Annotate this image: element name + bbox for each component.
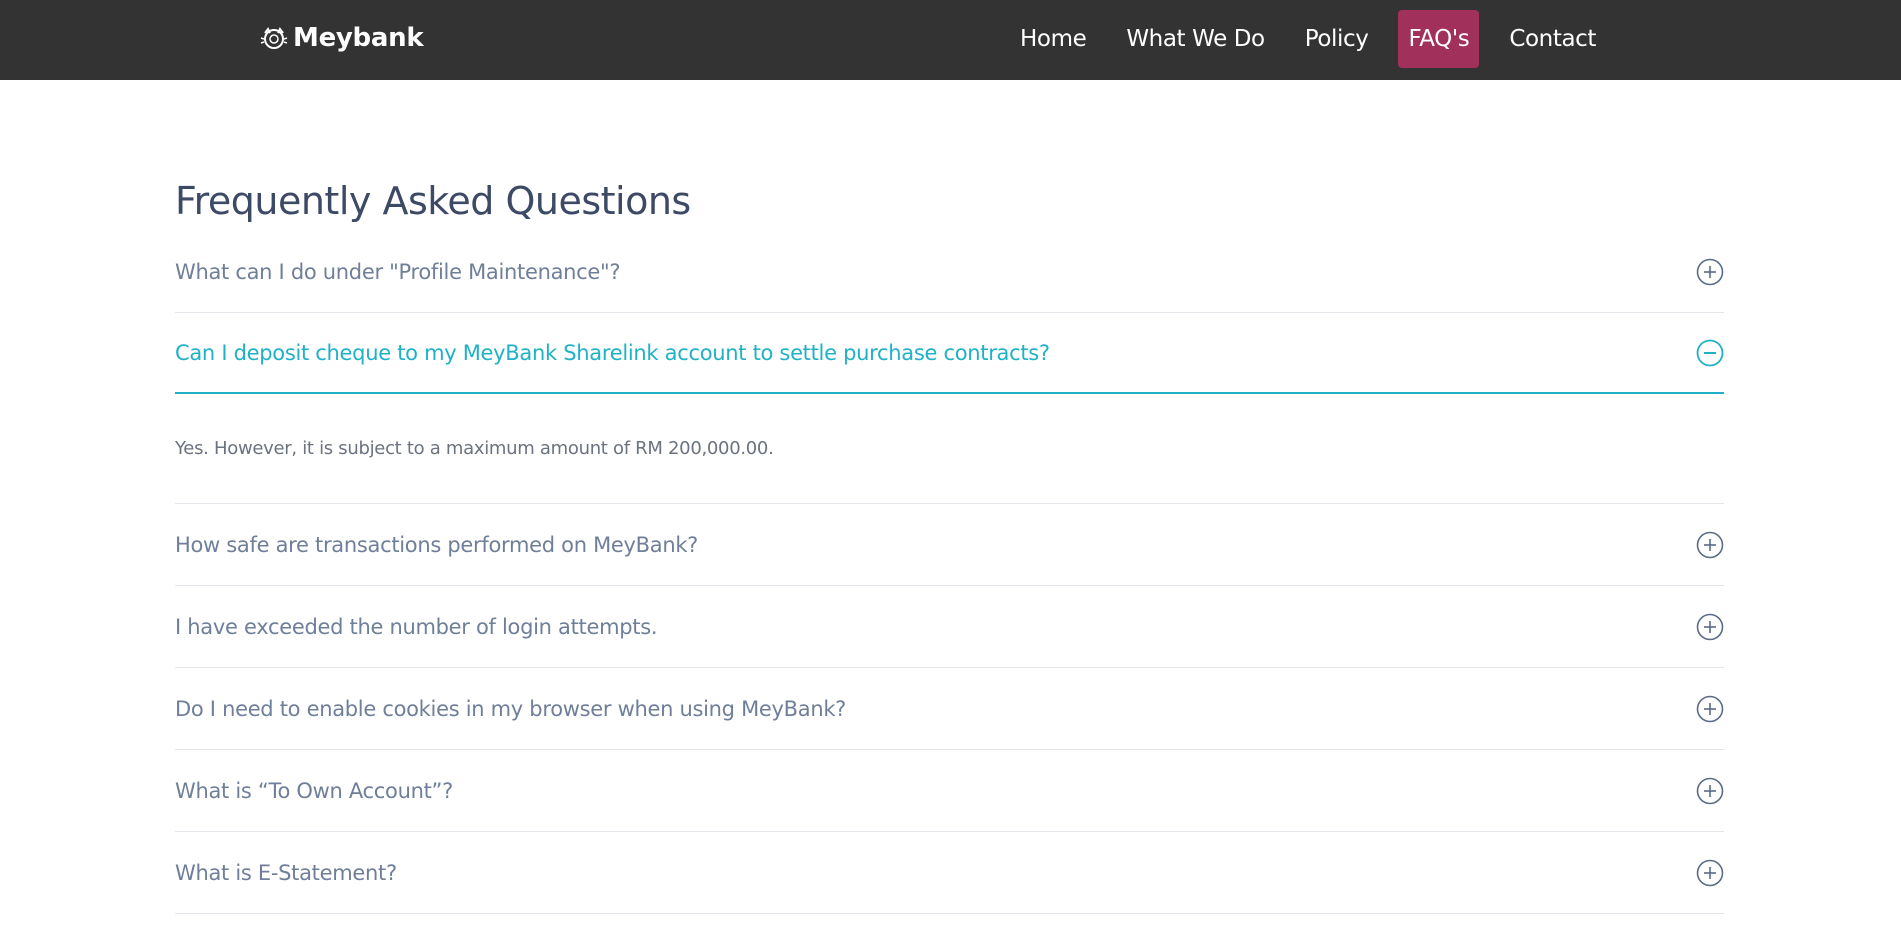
faq-answer-text: Yes. However, it is subject to a maximum… <box>175 438 774 459</box>
faq-answer: Yes. However, it is subject to a maximum… <box>175 394 1724 503</box>
plus-circle-icon[interactable] <box>1696 258 1724 286</box>
faq-item: What is E-Statement? <box>175 832 1724 914</box>
top-navbar: Meybank Home What We Do Policy FAQ's Con… <box>0 0 1901 80</box>
plus-circle-icon[interactable] <box>1696 859 1724 887</box>
nav-home[interactable]: Home <box>1010 10 1096 68</box>
faq-question-text: What is “To Own Account”? <box>175 778 453 803</box>
brand-name: Meybank <box>293 23 424 53</box>
faq-question-text: Do I need to enable cookies in my browse… <box>175 696 847 721</box>
faq-question-text: What is E-Statement? <box>175 860 397 885</box>
nav-faqs[interactable]: FAQ's <box>1398 10 1480 68</box>
faq-item: How safe are transactions performed on M… <box>175 504 1724 586</box>
faq-question-text: I have exceeded the number of login atte… <box>175 614 658 639</box>
nav-contact[interactable]: Contact <box>1499 10 1606 68</box>
minus-circle-icon[interactable] <box>1696 339 1724 367</box>
faq-question-toggle[interactable]: Do I need to enable cookies in my browse… <box>175 668 1724 749</box>
faq-question-toggle[interactable]: How safe are transactions performed on M… <box>175 504 1724 585</box>
nav-what-we-do[interactable]: What We Do <box>1116 10 1274 68</box>
faq-question-toggle[interactable]: What is “To Own Account”? <box>175 750 1724 831</box>
plus-circle-icon[interactable] <box>1696 695 1724 723</box>
nav-policy[interactable]: Policy <box>1295 10 1379 68</box>
faq-item: Do I need to enable cookies in my browse… <box>175 668 1724 750</box>
plus-circle-icon[interactable] <box>1696 531 1724 559</box>
faq-question-toggle[interactable]: Can I deposit cheque to my MeyBank Share… <box>175 313 1724 394</box>
faq-item: Can I deposit cheque to my MeyBank Share… <box>175 313 1724 504</box>
tiger-logo-icon <box>260 27 288 49</box>
faq-item: I have exceeded the number of login atte… <box>175 586 1724 668</box>
faq-question-text: Can I deposit cheque to my MeyBank Share… <box>175 340 1050 365</box>
brand-link[interactable]: Meybank <box>259 18 424 58</box>
plus-circle-icon[interactable] <box>1696 613 1724 641</box>
faq-question-text: How safe are transactions performed on M… <box>175 532 699 557</box>
faq-question-text: What can I do under "Profile Maintenance… <box>175 260 621 284</box>
faq-item: What can I do under "Profile Maintenance… <box>175 232 1724 313</box>
page-title: Frequently Asked Questions <box>175 179 691 223</box>
faq-question-toggle[interactable]: What can I do under "Profile Maintenance… <box>175 232 1724 312</box>
scroll-gutter <box>1897 80 1901 937</box>
faq-question-toggle[interactable]: What is E-Statement? <box>175 832 1724 913</box>
faq-question-toggle[interactable]: I have exceeded the number of login atte… <box>175 586 1724 667</box>
faq-section: Frequently Asked Questions What can I do… <box>175 170 1724 914</box>
main-nav: Home What We Do Policy FAQ's Contact <box>1010 10 1626 68</box>
faq-item: What is “To Own Account”? <box>175 750 1724 832</box>
plus-circle-icon[interactable] <box>1696 777 1724 805</box>
